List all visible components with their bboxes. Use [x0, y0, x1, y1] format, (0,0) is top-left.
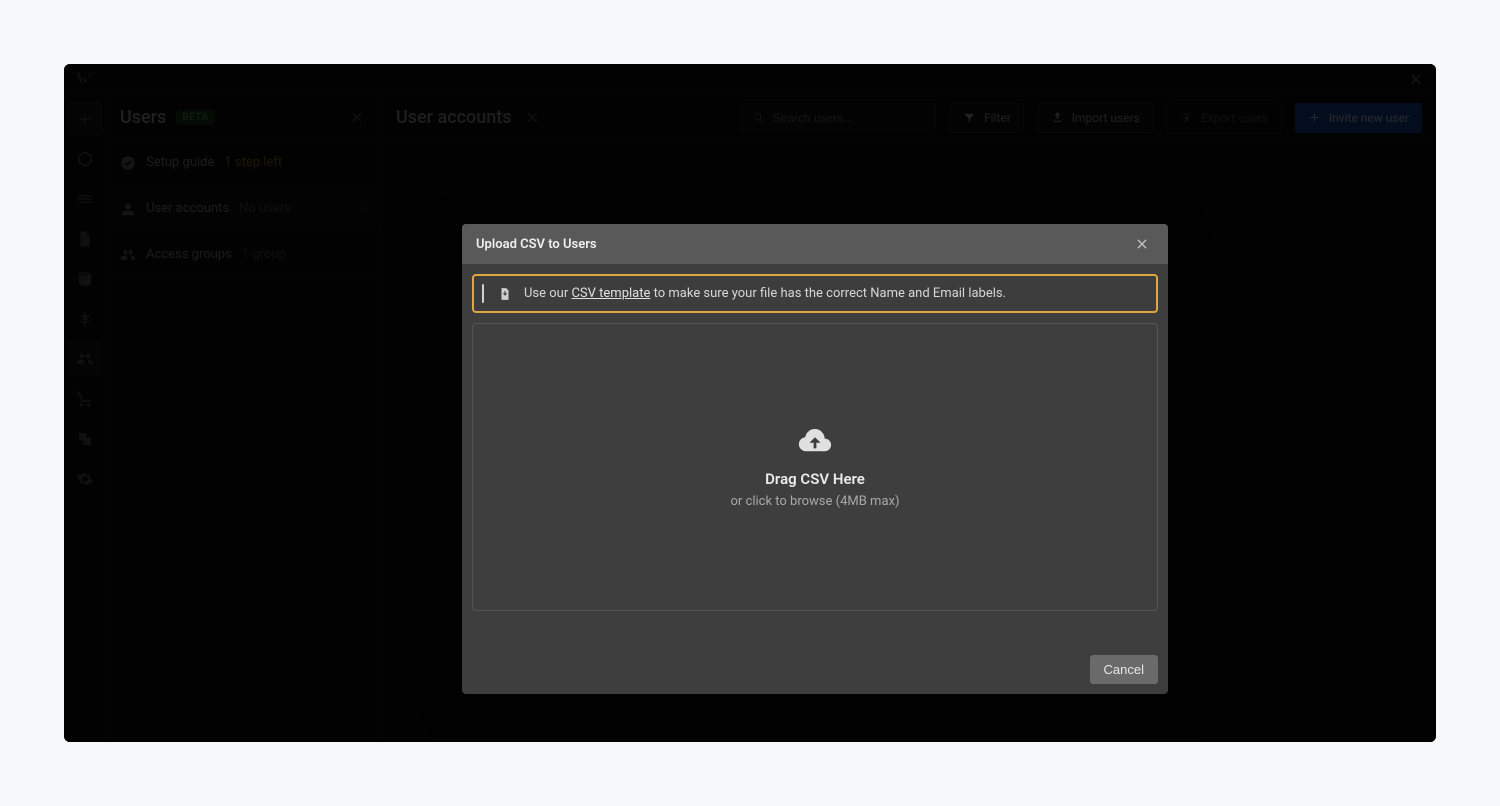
cloud-upload-icon	[798, 426, 832, 458]
dropzone-title: Drag CSV Here	[765, 470, 865, 488]
file-download-icon	[498, 287, 512, 301]
app-frame: ✕	[64, 64, 1436, 742]
modal-header: Upload CSV to Users	[462, 224, 1168, 264]
callout-text: Use our CSV template to make sure your f…	[524, 286, 1006, 301]
upload-csv-modal: Upload CSV to Users Use our CSV template…	[462, 224, 1168, 694]
callout-suffix: to make sure your file has the correct N…	[650, 286, 1006, 301]
csv-template-link[interactable]: CSV template	[571, 286, 650, 301]
close-icon	[1135, 237, 1149, 251]
cancel-button[interactable]: Cancel	[1090, 655, 1158, 684]
modal-title: Upload CSV to Users	[476, 237, 597, 252]
csv-template-callout: Use our CSV template to make sure your f…	[472, 274, 1158, 313]
modal-close-button[interactable]	[1130, 232, 1154, 256]
modal-footer: Cancel	[462, 645, 1168, 694]
csv-dropzone[interactable]: Drag CSV Here or click to browse (4MB ma…	[472, 323, 1158, 611]
callout-prefix: Use our	[524, 286, 571, 301]
dropzone-subtitle: or click to browse (4MB max)	[730, 494, 899, 509]
